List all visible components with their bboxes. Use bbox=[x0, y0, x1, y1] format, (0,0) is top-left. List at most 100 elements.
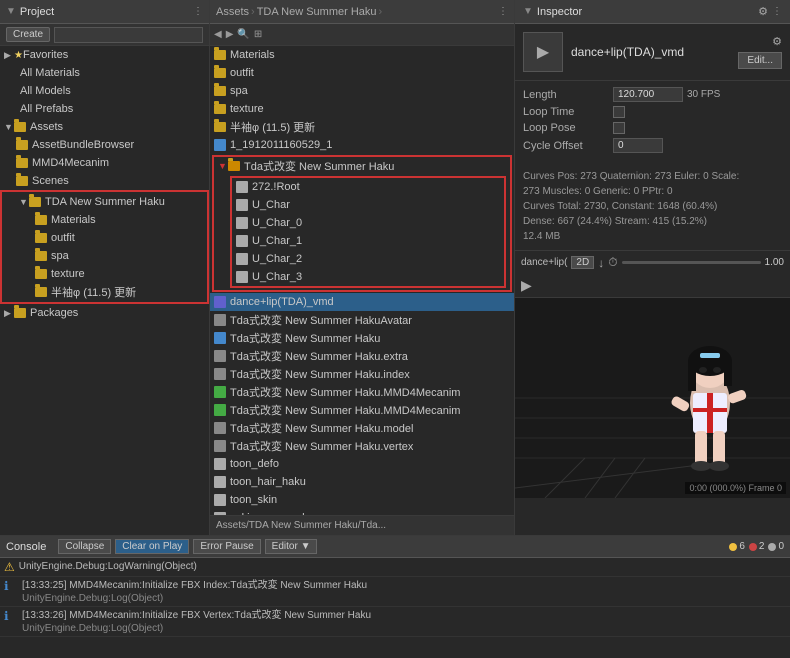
packages-label: Packages bbox=[30, 307, 78, 319]
dance-vmd-item[interactable]: dance+lip(TDA)_vmd bbox=[210, 293, 514, 311]
extra-icon bbox=[214, 350, 226, 362]
uchar3-item[interactable]: U_Char_3 bbox=[232, 268, 504, 286]
all-prefabs-item[interactable]: All Prefabs bbox=[0, 100, 209, 118]
project-panel: ▼ Project ⋮ Create ▶ ★ Favorites All Mat… bbox=[0, 0, 210, 535]
mmd1-label: Tda式改変 New Summer Haku.MMD4Mecanim bbox=[230, 384, 460, 400]
tda-base-item[interactable]: Tda式改変 New Summer Haku bbox=[210, 329, 514, 347]
asset-1912-item[interactable]: 1_1912011160529_1 bbox=[210, 136, 514, 154]
sub-outlined: 272.!Root U_Char U_Char_0 U_Char_1 bbox=[230, 176, 506, 288]
inspector-menu-icon[interactable]: ⋮ bbox=[772, 6, 782, 17]
asset-bundle-browser-item[interactable]: AssetBundleBrowser bbox=[0, 136, 209, 154]
breadcrumb-tda[interactable]: TDA New Summer Haku bbox=[257, 6, 377, 18]
tda-spa-item[interactable]: spa bbox=[3, 247, 206, 265]
tda-outfit-item[interactable]: outfit bbox=[3, 229, 206, 247]
panel-menu-icon[interactable]: ⋮ bbox=[193, 6, 203, 17]
toon-skin-item[interactable]: toon_skin bbox=[210, 491, 514, 509]
cycle-offset-input[interactable] bbox=[613, 138, 663, 153]
console-content: ⚠ UnityEngine.Debug:LogWarning(Object) ℹ… bbox=[0, 558, 790, 658]
editor-button[interactable]: Editor ▼ bbox=[265, 539, 318, 554]
all-models-item[interactable]: All Models bbox=[0, 82, 209, 100]
texture-folder-icon bbox=[214, 104, 226, 114]
project-panel-header: ▼ Project ⋮ bbox=[0, 0, 209, 24]
console-item-info2[interactable]: ℹ [13:33:26] MMD4Mecanim:Initialize FBX … bbox=[0, 607, 790, 637]
favorites-item[interactable]: ▶ ★ Favorites bbox=[0, 46, 209, 64]
packages-item[interactable]: ▶ Packages bbox=[0, 304, 209, 322]
tda-vertex-item[interactable]: Tda式改変 New Summer Haku.vertex bbox=[210, 437, 514, 455]
length-input[interactable] bbox=[613, 87, 683, 102]
mmd4mecanim-label: MMD4Mecanim bbox=[32, 157, 109, 169]
tda-index-item[interactable]: Tda式改変 New Summer Haku.index bbox=[210, 365, 514, 383]
asset-spa-item[interactable]: spa bbox=[210, 82, 514, 100]
all-prefabs-label: All Prefabs bbox=[20, 103, 73, 115]
tda-haku-item[interactable]: ▼ TDA New Summer Haku bbox=[3, 193, 206, 211]
loop-pose-checkbox[interactable] bbox=[613, 122, 625, 134]
tda-hansodef-item[interactable]: 半袖φ (11.5) 更新 bbox=[3, 283, 206, 301]
grid-icon[interactable]: ⊞ bbox=[254, 29, 262, 40]
root-sub-item[interactable]: 272.!Root bbox=[232, 178, 504, 196]
mmd2-label: Tda式改変 New Summer Haku.MMD4Mecanim bbox=[230, 402, 460, 418]
console-item-info1[interactable]: ℹ [13:33:25] MMD4Mecanim:Initialize FBX … bbox=[0, 577, 790, 607]
assets-list: Materials outfit spa texture 半袖φ (11.5) … bbox=[210, 46, 514, 515]
asset-outfit-item[interactable]: outfit bbox=[210, 64, 514, 82]
tda-model-item[interactable]: Tda式改変 New Summer Haku.model bbox=[210, 419, 514, 437]
play-button[interactable]: ▶ bbox=[521, 277, 532, 294]
error-pause-button[interactable]: Error Pause bbox=[193, 539, 260, 554]
timeline-icon2[interactable]: ⏱ bbox=[608, 255, 617, 270]
tda-mmd1-item[interactable]: Tda式改変 New Summer Haku.MMD4Mecanim bbox=[210, 383, 514, 401]
info-message-1: [13:33:25] MMD4Mecanim:Initialize FBX In… bbox=[22, 579, 367, 604]
timeline-2d[interactable]: 2D bbox=[571, 256, 594, 269]
timeline-value: 1.00 bbox=[765, 257, 784, 268]
tda-mat-icon bbox=[35, 215, 47, 225]
timeline-label: dance+lip( bbox=[521, 257, 567, 268]
uchar-item[interactable]: U_Char bbox=[232, 196, 504, 214]
toon-hair-label: toon_hair_haku bbox=[230, 476, 306, 488]
asset-hansode-item[interactable]: 半袖φ (11.5) 更新 bbox=[210, 118, 514, 136]
file-icon-1912 bbox=[214, 139, 226, 151]
size-info: 12.4 MB bbox=[523, 229, 782, 244]
breadcrumb-assets[interactable]: Assets bbox=[216, 6, 249, 18]
assets-folder-icon bbox=[14, 122, 26, 132]
index-label: Tda式改変 New Summer Haku.index bbox=[230, 366, 410, 382]
fps-label: 30 FPS bbox=[687, 89, 720, 100]
uchar2-item[interactable]: U_Char_2 bbox=[232, 250, 504, 268]
tda-materials-item[interactable]: Materials bbox=[3, 211, 206, 229]
clear-on-play-button[interactable]: Clear on Play bbox=[115, 539, 189, 554]
collapse-button[interactable]: Collapse bbox=[58, 539, 111, 554]
back-icon[interactable]: ◀ bbox=[214, 29, 222, 40]
toon-defo-item[interactable]: toon_defo bbox=[210, 455, 514, 473]
console-item-warn[interactable]: ⚠ UnityEngine.Debug:LogWarning(Object) bbox=[0, 558, 790, 577]
curves-info: Curves Pos: 273 Quaternion: 273 Euler: 0… bbox=[523, 169, 782, 184]
create-button[interactable]: Create bbox=[6, 27, 50, 42]
timeline-slider[interactable] bbox=[622, 261, 761, 264]
file-gear-icon[interactable]: ⚙ bbox=[772, 35, 782, 48]
asset-materials-item[interactable]: Materials bbox=[210, 46, 514, 64]
loop-pose-label: Loop Pose bbox=[523, 122, 613, 134]
inspector-panel: ▼ Inspector ⚙ ⋮ ▶ dance+lip(TDA)_vmd ⚙ E bbox=[515, 0, 790, 535]
tda-folder-row[interactable]: ▼ Tda式改変 New Summer Haku bbox=[214, 157, 510, 175]
asset-bundle-label: AssetBundleBrowser bbox=[32, 139, 134, 151]
project-search-input[interactable] bbox=[54, 27, 203, 43]
loop-time-label: Loop Time bbox=[523, 106, 613, 118]
tda-mmd2-item[interactable]: Tda式改変 New Summer Haku.MMD4Mecanim bbox=[210, 401, 514, 419]
root-icon bbox=[236, 181, 248, 193]
assets-root-item[interactable]: ▼ Assets bbox=[0, 118, 209, 136]
inspector-gear-icon[interactable]: ⚙ bbox=[758, 5, 768, 18]
uchar1-item[interactable]: U_Char_1 bbox=[232, 232, 504, 250]
assets-menu-icon[interactable]: ⋮ bbox=[498, 6, 508, 17]
tda-extra-item[interactable]: Tda式改変 New Summer Haku.extra bbox=[210, 347, 514, 365]
mmd4mecanim-item[interactable]: MMD4Mecanim bbox=[0, 154, 209, 172]
loop-time-checkbox[interactable] bbox=[613, 106, 625, 118]
uchar0-item[interactable]: U_Char_0 bbox=[232, 214, 504, 232]
tda-texture-item[interactable]: texture bbox=[3, 265, 206, 283]
toon-hair-item[interactable]: toon_hair_haku bbox=[210, 473, 514, 491]
timeline-icon1[interactable]: ↓ bbox=[598, 256, 604, 270]
forward-icon[interactable]: ▶ bbox=[226, 29, 234, 40]
tda-avatar-item[interactable]: Tda式改変 New Summer HakuAvatar bbox=[210, 311, 514, 329]
tda-folder-arrow: ▼ bbox=[218, 161, 228, 171]
edit-button[interactable]: Edit... bbox=[738, 52, 782, 69]
all-materials-item[interactable]: All Materials bbox=[0, 64, 209, 82]
asset-texture-item[interactable]: texture bbox=[210, 100, 514, 118]
mmd2-icon bbox=[214, 404, 226, 416]
search-icon[interactable]: 🔍 bbox=[237, 29, 249, 40]
scenes-item[interactable]: Scenes bbox=[0, 172, 209, 190]
